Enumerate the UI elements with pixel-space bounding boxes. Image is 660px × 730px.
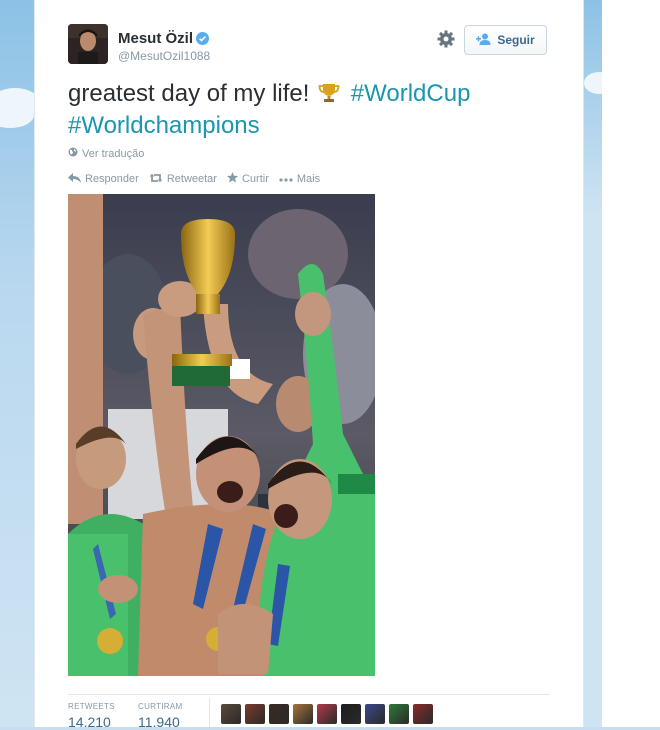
globe-icon xyxy=(68,147,78,160)
retweets-label: RETWEETS xyxy=(68,702,115,711)
likes-stat[interactable]: CURTIRAM 11.940 xyxy=(138,702,182,730)
likes-label: CURTIRAM xyxy=(138,702,183,711)
reply-button[interactable]: Responder xyxy=(68,172,139,186)
page-margin xyxy=(602,0,660,727)
retweet-icon xyxy=(149,173,163,186)
display-name[interactable]: Mesut Özil xyxy=(118,30,193,47)
tweet-photo[interactable] xyxy=(68,194,375,676)
tweet-card: Mesut Özil @MesutOzil1088 Seguir greates… xyxy=(34,0,584,730)
liker-avatar-9[interactable] xyxy=(413,704,433,724)
liker-avatars xyxy=(221,704,433,724)
gear-icon[interactable] xyxy=(436,29,456,49)
username[interactable]: @MesutOzil1088 xyxy=(118,49,210,63)
retweets-count: 14.210 xyxy=(68,714,111,730)
translate-label: Ver tradução xyxy=(82,147,145,160)
add-user-icon xyxy=(476,33,492,48)
liker-avatar-4[interactable] xyxy=(293,704,313,724)
liker-avatar-2[interactable] xyxy=(245,704,265,724)
star-icon xyxy=(226,172,238,186)
liker-avatar-6[interactable] xyxy=(341,704,361,724)
translate-link[interactable]: Ver tradução xyxy=(68,147,144,160)
more-button[interactable]: Mais xyxy=(279,172,320,186)
follow-button[interactable]: Seguir xyxy=(464,25,547,55)
verified-badge-icon xyxy=(196,32,209,45)
hashtag-link[interactable]: #Worldchampions xyxy=(68,112,260,139)
retweets-stat[interactable]: RETWEETS 14.210 xyxy=(68,702,115,730)
liker-avatar-8[interactable] xyxy=(389,704,409,724)
like-button[interactable]: Curtir xyxy=(226,172,269,186)
follow-label: Seguir xyxy=(497,33,535,47)
stats-separator xyxy=(209,698,210,727)
more-label: Mais xyxy=(296,173,321,185)
tweet-text: greatest day of my life! #WorldCup #Worl… xyxy=(68,79,548,140)
hashtag-link[interactable]: #WorldCup xyxy=(351,80,471,107)
reply-icon xyxy=(68,172,81,186)
stats-divider xyxy=(68,694,550,695)
reply-label: Responder xyxy=(85,173,139,185)
retweet-button[interactable]: Retweetar xyxy=(149,172,217,186)
trophy-icon xyxy=(318,82,340,111)
liker-avatar-3[interactable] xyxy=(269,704,289,724)
liker-avatar-1[interactable] xyxy=(221,704,241,724)
like-label: Curtir xyxy=(241,173,269,185)
likes-count: 11.940 xyxy=(138,714,180,730)
more-dots-icon xyxy=(279,173,293,185)
liker-avatar-7[interactable] xyxy=(365,704,385,724)
page-background-right xyxy=(582,0,602,727)
retweet-label: Retweetar xyxy=(166,173,217,185)
liker-avatar-5[interactable] xyxy=(317,704,337,724)
avatar[interactable] xyxy=(68,24,108,64)
tweet-text-body: greatest day of my life! xyxy=(68,80,310,107)
tweet-actions: Responder Retweetar Curtir Mais xyxy=(68,172,320,186)
